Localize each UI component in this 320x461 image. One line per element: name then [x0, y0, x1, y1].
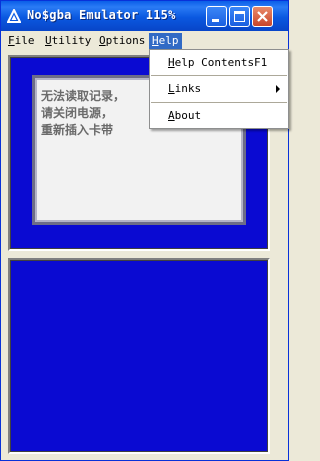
shortcut-label: F1: [254, 56, 268, 69]
menu-help[interactable]: Help: [149, 33, 182, 49]
links-item[interactable]: Links: [150, 80, 288, 98]
message-line: 无法读取记录，: [41, 89, 126, 103]
close-button[interactable]: [252, 6, 273, 27]
help-dropdown-menu: Help Contents F1 Links About: [149, 49, 289, 129]
minimize-button[interactable]: [206, 6, 227, 27]
maximize-button[interactable]: [229, 6, 250, 27]
message-line: 重新插入卡带: [41, 123, 114, 137]
menu-file[interactable]: File: [5, 33, 38, 49]
message-line: 请关闭电源，: [41, 106, 114, 120]
menu-options[interactable]: Options: [96, 33, 148, 49]
about-item[interactable]: About: [150, 107, 288, 125]
menu-utility[interactable]: Utility: [42, 33, 94, 49]
menu-separator: [151, 75, 287, 76]
submenu-arrow-icon: [276, 85, 280, 93]
emulator-window: No$gba Emulator 115% File Utility Option…: [0, 0, 289, 461]
bottom-screen[interactable]: [8, 258, 270, 454]
menu-bar: File Utility Options Help: [1, 31, 288, 51]
maximize-icon: [234, 11, 245, 22]
close-icon: [257, 11, 268, 22]
window-title: No$gba Emulator 115%: [27, 8, 176, 22]
menu-separator: [151, 102, 287, 103]
minimize-icon: [212, 19, 219, 22]
app-icon: [6, 7, 22, 23]
help-contents-item[interactable]: Help Contents F1: [150, 54, 288, 72]
title-bar[interactable]: No$gba Emulator 115%: [1, 1, 288, 31]
